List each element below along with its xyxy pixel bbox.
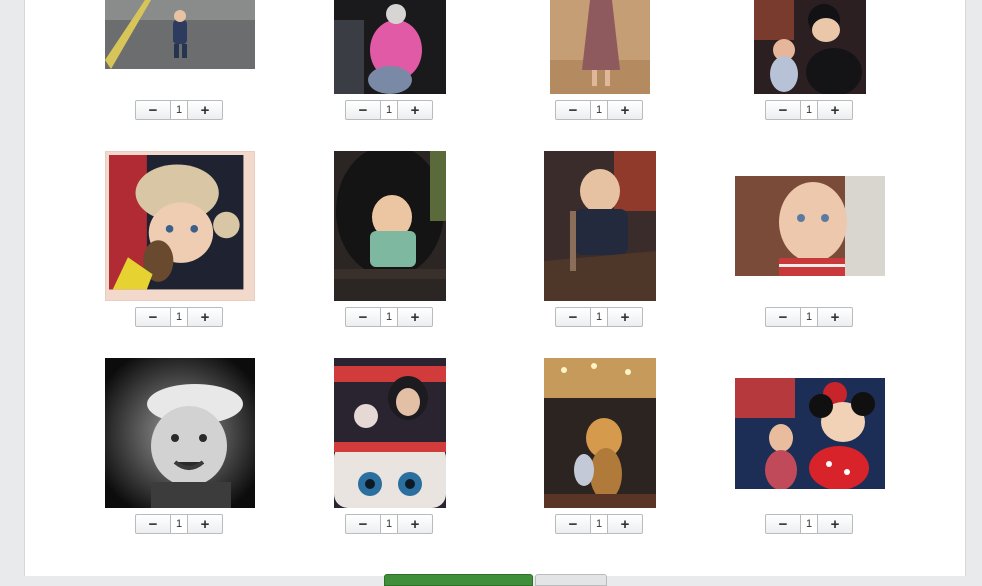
increase-quantity-button[interactable]: + <box>188 308 222 326</box>
decrease-quantity-button[interactable]: − <box>346 515 380 533</box>
decrease-quantity-button[interactable]: − <box>136 308 170 326</box>
quantity-stepper[interactable]: − 1 + <box>555 100 643 120</box>
photo-baby-in-pushchair[interactable] <box>334 151 446 301</box>
quantity-field[interactable]: 1 <box>170 515 188 533</box>
photo-girl-with-dog-character[interactable] <box>544 358 656 508</box>
quantity-stepper[interactable]: − 1 + <box>345 514 433 534</box>
decrease-quantity-button[interactable]: − <box>346 101 380 119</box>
decrease-quantity-button[interactable]: − <box>766 515 800 533</box>
quantity-stepper[interactable]: − 1 + <box>345 100 433 120</box>
increase-quantity-button[interactable]: + <box>818 101 852 119</box>
photo-baby-in-highchair[interactable] <box>544 151 656 301</box>
quantity-field[interactable]: 1 <box>590 515 608 533</box>
decrease-quantity-button[interactable]: − <box>766 101 800 119</box>
increase-quantity-button[interactable]: + <box>398 308 432 326</box>
quantity-stepper[interactable]: − 1 + <box>555 514 643 534</box>
photo-child-pink-coat[interactable] <box>334 0 446 94</box>
increase-quantity-button[interactable]: + <box>608 101 642 119</box>
decrease-quantity-button[interactable]: − <box>766 308 800 326</box>
quantity-field[interactable]: 1 <box>590 101 608 119</box>
quantity-field[interactable]: 1 <box>800 308 818 326</box>
quantity-stepper[interactable]: − 1 + <box>765 307 853 327</box>
decrease-quantity-button[interactable]: − <box>136 101 170 119</box>
quantity-field[interactable]: 1 <box>590 308 608 326</box>
decrease-quantity-button[interactable]: − <box>556 308 590 326</box>
quantity-stepper[interactable]: − 1 + <box>555 307 643 327</box>
decrease-quantity-button[interactable]: − <box>346 308 380 326</box>
quantity-field[interactable]: 1 <box>170 308 188 326</box>
quantity-field[interactable]: 1 <box>380 308 398 326</box>
decrease-quantity-button[interactable]: − <box>556 515 590 533</box>
quantity-stepper[interactable]: − 1 + <box>765 514 853 534</box>
photo-girl-with-mouse-character[interactable] <box>754 0 866 94</box>
increase-quantity-button[interactable]: + <box>188 101 222 119</box>
photo-baby-fur-hat[interactable] <box>105 151 255 301</box>
increase-quantity-button[interactable]: + <box>398 515 432 533</box>
photo-baby-closeup[interactable] <box>735 176 885 276</box>
quantity-field[interactable]: 1 <box>380 515 398 533</box>
quantity-stepper[interactable]: − 1 + <box>135 100 223 120</box>
quantity-stepper[interactable]: − 1 + <box>345 307 433 327</box>
increase-quantity-button[interactable]: + <box>608 308 642 326</box>
quantity-field[interactable]: 1 <box>380 101 398 119</box>
quantity-field[interactable]: 1 <box>800 515 818 533</box>
photo-fairground-ride[interactable] <box>334 358 446 508</box>
increase-quantity-button[interactable]: + <box>188 515 222 533</box>
photo-girl-with-minnie-character[interactable] <box>735 378 885 489</box>
photo-order-panel: − 1 + − 1 + − 1 + − 1 + − 1 + − 1 + − 1 … <box>24 0 966 586</box>
decrease-quantity-button[interactable]: − <box>136 515 170 533</box>
quantity-field[interactable]: 1 <box>170 101 188 119</box>
quantity-field[interactable]: 1 <box>800 101 818 119</box>
photo-child-walking-road[interactable] <box>105 0 255 69</box>
quantity-stepper[interactable]: − 1 + <box>765 100 853 120</box>
photo-baby-flat-cap-bw[interactable] <box>105 358 255 508</box>
increase-quantity-button[interactable]: + <box>818 515 852 533</box>
increase-quantity-button[interactable]: + <box>608 515 642 533</box>
quantity-stepper[interactable]: − 1 + <box>135 307 223 327</box>
increase-quantity-button[interactable]: + <box>398 101 432 119</box>
decrease-quantity-button[interactable]: − <box>556 101 590 119</box>
quantity-stepper[interactable]: − 1 + <box>135 514 223 534</box>
photo-child-floral-dress[interactable] <box>550 0 650 94</box>
increase-quantity-button[interactable]: + <box>818 308 852 326</box>
